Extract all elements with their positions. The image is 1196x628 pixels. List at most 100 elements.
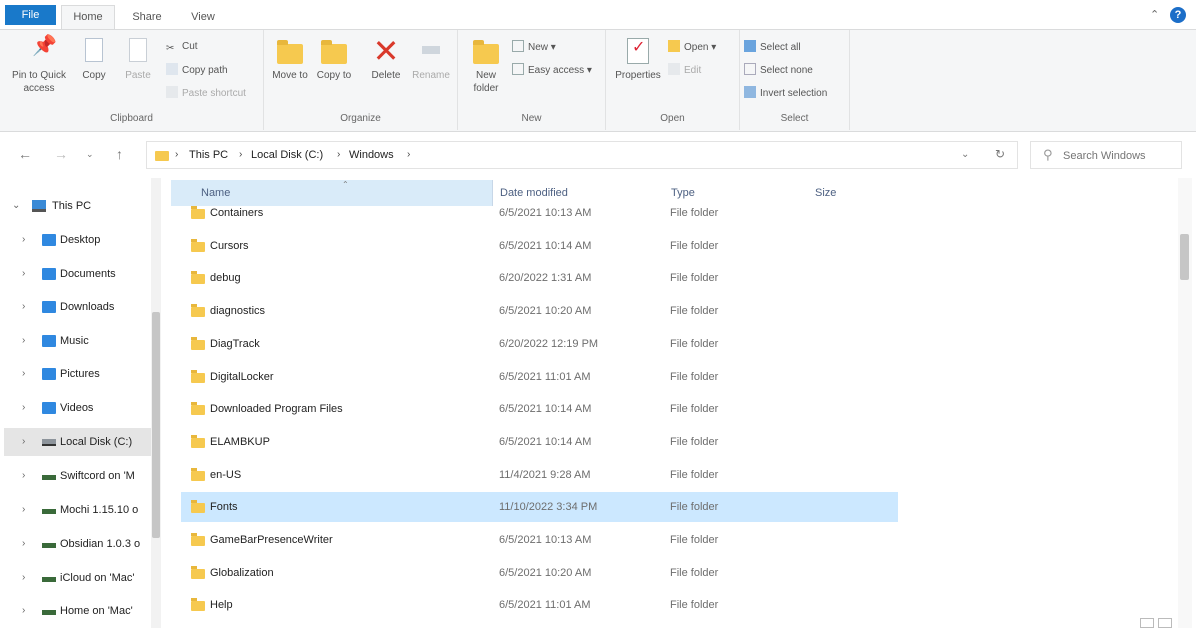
chevron-right-icon[interactable]: › [22, 496, 25, 524]
file-row[interactable]: Cursors 6/5/2021 10:14 AM File folder [181, 231, 898, 261]
new-item-button[interactable]: New ▾ [512, 40, 556, 55]
breadcrumb-separator-icon[interactable]: › [337, 149, 340, 160]
sidebar-item[interactable]: › Pictures [4, 360, 152, 388]
breadcrumb-this-pc[interactable]: This PC [189, 149, 228, 161]
sidebar-item[interactable]: › Local Disk (C:) [4, 428, 152, 456]
open-button[interactable]: Open ▾ [668, 40, 716, 55]
sidebar-item[interactable]: ⌄ This PC [4, 192, 152, 220]
tab-share[interactable]: Share [122, 6, 172, 28]
paste-shortcut-button[interactable]: Paste shortcut [166, 86, 246, 101]
copy-button[interactable]: Copy [76, 36, 112, 82]
edit-button[interactable]: Edit [668, 63, 701, 78]
sidebar-item[interactable]: › Swiftcord on 'M [4, 462, 152, 490]
sidebar-item[interactable]: › Obsidian 1.0.3 o [4, 530, 152, 558]
chevron-right-icon[interactable]: › [22, 394, 25, 422]
large-icons-view-icon[interactable] [1158, 618, 1172, 628]
back-arrow-icon[interactable]: ← [18, 146, 32, 162]
details-view-icon[interactable] [1140, 618, 1154, 628]
search-icon: ⚲ [1043, 147, 1053, 162]
chevron-down-icon[interactable]: ⌄ [12, 192, 20, 220]
navigation-scrollbar[interactable] [151, 178, 161, 628]
pin-icon: 📌 [32, 35, 57, 57]
pc-icon [32, 200, 46, 212]
breadcrumb-separator-icon[interactable]: › [175, 149, 178, 160]
sidebar-item[interactable]: › Mochi 1.15.10 o [4, 496, 152, 524]
file-row[interactable]: GameBarPresenceWriter 6/5/2021 10:13 AM Fi… [181, 525, 898, 555]
address-bar[interactable]: › This PC › Local Disk (C:) › Windows › … [146, 141, 1018, 169]
chevron-right-icon[interactable]: › [22, 428, 25, 456]
file-row[interactable]: DiagTrack 6/20/2022 12:19 PM File folder [181, 329, 898, 359]
invert-selection-button[interactable]: Invert selection [744, 86, 827, 101]
file-name: Help [210, 599, 233, 611]
copy-path-button[interactable]: Copy path [166, 63, 228, 78]
copy-path-icon [166, 63, 178, 75]
move-to-button[interactable]: Move to [270, 36, 310, 82]
breadcrumb-separator-icon[interactable]: › [239, 149, 242, 160]
sidebar-item[interactable]: › Desktop [4, 226, 152, 254]
chevron-right-icon[interactable]: › [22, 360, 25, 388]
rename-button[interactable]: Rename [408, 36, 454, 82]
file-row[interactable]: Containers 6/5/2021 10:13 AM File folder [181, 198, 898, 228]
easy-access-label: Easy access [528, 65, 585, 76]
sidebar-item[interactable]: › iCloud on 'Mac' [4, 564, 152, 592]
properties-icon [623, 36, 653, 66]
chevron-right-icon[interactable]: › [22, 597, 25, 625]
file-row[interactable]: Help 6/5/2021 11:01 AM File folder [181, 590, 898, 620]
chevron-right-icon[interactable]: › [22, 226, 25, 254]
cut-button[interactable]: ✂ Cut [166, 40, 198, 54]
sidebar-item[interactable]: › Videos [4, 394, 152, 422]
address-dropdown-icon[interactable]: ⌄ [961, 149, 969, 160]
tab-file[interactable]: File [5, 5, 56, 25]
file-list-scrollbar[interactable] [1178, 178, 1192, 628]
file-row[interactable]: en-US 11/4/2021 9:28 AM File folder [181, 460, 898, 490]
search-input[interactable] [1063, 148, 1177, 164]
breadcrumb-windows[interactable]: Windows [349, 149, 394, 161]
properties-button[interactable]: Properties [610, 36, 666, 82]
file-list-scrollbar-thumb[interactable] [1180, 234, 1189, 280]
paste-button[interactable]: Paste [118, 36, 158, 82]
new-item-label: New [528, 42, 549, 53]
refresh-icon[interactable]: ↻ [995, 147, 1005, 161]
chevron-right-icon[interactable]: › [22, 530, 25, 558]
new-group: New folder New ▾ Easy access ▾ New [458, 30, 606, 130]
file-row[interactable]: Globalization 6/5/2021 10:20 AM File folde… [181, 558, 898, 588]
sidebar-item[interactable]: › Home on 'Mac' [4, 597, 152, 625]
forward-arrow-icon[interactable]: → [54, 146, 68, 162]
search-box[interactable]: ⚲ [1030, 141, 1182, 169]
file-row[interactable]: Fonts 11/10/2022 3:34 PM File folder [181, 492, 898, 522]
file-name: Globalization [210, 567, 274, 579]
pin-quick-access-button[interactable]: 📌 Pin to Quick access [4, 36, 74, 95]
delete-button[interactable]: ✕ Delete [364, 35, 408, 82]
navigation-scrollbar-thumb[interactable] [152, 312, 160, 538]
file-row[interactable]: debug 6/20/2022 1:31 AM File folder [181, 263, 898, 293]
collapse-ribbon-icon[interactable]: ⌃ [1150, 8, 1159, 21]
breadcrumb-local-disk[interactable]: Local Disk (C:) [251, 149, 323, 161]
recent-locations-chevron-icon[interactable]: ⌄ [86, 149, 94, 160]
file-row[interactable]: ELAMBKUP 6/5/2021 10:14 AM File folder [181, 427, 898, 457]
tab-home[interactable]: Home [61, 5, 115, 30]
chevron-right-icon[interactable]: › [22, 293, 25, 321]
new-group-title: New [521, 113, 542, 124]
file-row[interactable]: Downloaded Program Files 6/5/2021 10:14 A… [181, 394, 898, 424]
select-all-button[interactable]: Select all [744, 40, 801, 55]
file-type: File folder [670, 338, 719, 350]
file-row[interactable]: DigitalLocker 6/5/2021 11:01 AM File folde… [181, 362, 898, 392]
tab-view[interactable]: View [180, 6, 226, 28]
easy-access-button[interactable]: Easy access ▾ [512, 63, 592, 78]
file-date-modified: 6/20/2022 12:19 PM [499, 338, 599, 350]
breadcrumb-separator-icon[interactable]: › [407, 149, 410, 160]
up-arrow-icon[interactable]: ↑ [116, 146, 123, 162]
help-icon[interactable]: ? [1170, 7, 1186, 23]
chevron-right-icon[interactable]: › [22, 564, 25, 592]
select-none-button[interactable]: Select none [744, 63, 813, 78]
sidebar-item[interactable]: › Downloads [4, 293, 152, 321]
sidebar-item[interactable]: › Music [4, 327, 152, 355]
new-folder-button[interactable]: New folder [464, 36, 508, 95]
chevron-right-icon[interactable]: › [22, 462, 25, 490]
chevron-right-icon[interactable]: › [22, 327, 25, 355]
chevron-right-icon[interactable]: › [22, 260, 25, 288]
file-row[interactable]: diagnostics 6/5/2021 10:20 AM File folder [181, 296, 898, 326]
copy-to-button[interactable]: Copy to [314, 36, 354, 82]
select-all-label: Select all [760, 42, 801, 53]
sidebar-item[interactable]: › Documents [4, 260, 152, 288]
